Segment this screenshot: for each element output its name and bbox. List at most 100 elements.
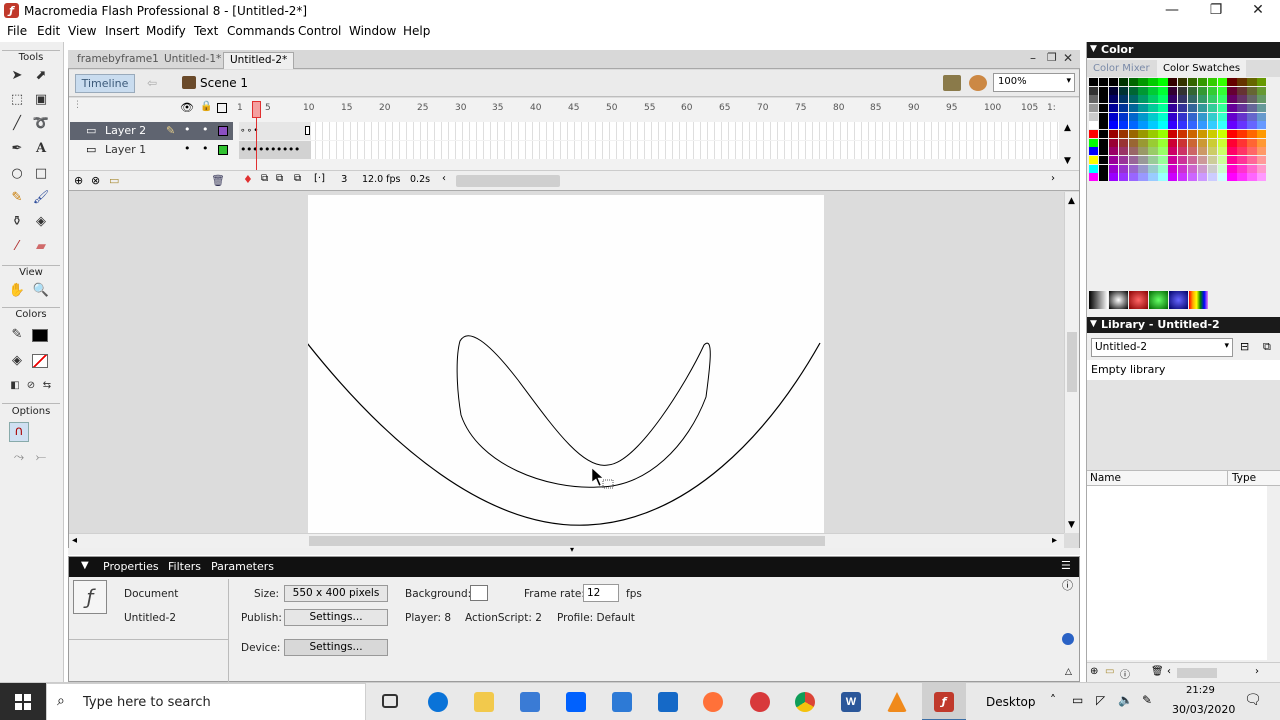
- color-swatch[interactable]: [1247, 164, 1257, 173]
- tab-filters[interactable]: Filters: [168, 560, 201, 573]
- color-swatch[interactable]: [1187, 173, 1198, 182]
- menu-text[interactable]: Text: [194, 24, 218, 38]
- color-swatch[interactable]: [1247, 104, 1257, 113]
- onion-outline-icon[interactable]: ⧉: [276, 173, 283, 184]
- color-swatch[interactable]: [1108, 121, 1119, 130]
- accessibility-icon[interactable]: [1062, 633, 1074, 645]
- collapse-triangle-icon[interactable]: ▼: [1090, 317, 1097, 332]
- color-swatch[interactable]: [1207, 95, 1218, 104]
- color-swatch[interactable]: [1168, 104, 1178, 113]
- color-swatch[interactable]: [1148, 147, 1158, 156]
- fill-color-swatch[interactable]: [32, 354, 48, 368]
- desktop-toolbar-label[interactable]: Desktop: [986, 695, 1036, 709]
- color-panel-header[interactable]: ▼ Color: [1087, 42, 1280, 58]
- clock-date[interactable]: 30/03/2020: [1172, 703, 1235, 716]
- color-swatch[interactable]: [1217, 156, 1227, 165]
- color-swatch[interactable]: [1217, 173, 1227, 182]
- store-icon[interactable]: [520, 692, 540, 712]
- color-swatch[interactable]: [1089, 138, 1099, 147]
- doc-restore-button[interactable]: ❐: [1047, 51, 1057, 64]
- color-swatch[interactable]: [1237, 104, 1247, 113]
- stroke-color-swatch[interactable]: [32, 329, 48, 342]
- color-swatch[interactable]: [1227, 138, 1237, 147]
- color-swatch[interactable]: [1207, 86, 1218, 95]
- tab-parameters[interactable]: Parameters: [211, 560, 274, 573]
- color-swatch[interactable]: [1187, 138, 1198, 147]
- color-swatch[interactable]: [1158, 138, 1168, 147]
- color-swatch[interactable]: [1108, 86, 1119, 95]
- onion-skin-icon[interactable]: ⧉: [261, 173, 268, 184]
- color-swatch[interactable]: [1197, 121, 1208, 130]
- color-swatch[interactable]: [1237, 164, 1247, 173]
- color-swatch[interactable]: [1128, 95, 1138, 104]
- pencil-icon[interactable]: ✎: [7, 188, 27, 208]
- stage[interactable]: [306, 195, 824, 533]
- scroll-right-icon[interactable]: ▸: [1052, 535, 1057, 546]
- color-swatch[interactable]: [1098, 138, 1109, 147]
- color-swatch[interactable]: [1118, 95, 1129, 104]
- color-swatch[interactable]: [1247, 121, 1257, 130]
- dropbox-icon[interactable]: [566, 692, 586, 712]
- rectangle-icon[interactable]: □: [31, 164, 51, 184]
- menu-control[interactable]: Control: [298, 24, 341, 38]
- color-swatch[interactable]: [1148, 95, 1158, 104]
- color-swatch[interactable]: [1197, 130, 1208, 139]
- color-swatch[interactable]: [1197, 95, 1208, 104]
- color-swatch[interactable]: [1118, 156, 1129, 165]
- color-swatch[interactable]: [1089, 164, 1099, 173]
- collapse-triangle-icon[interactable]: ▼: [1090, 42, 1097, 57]
- color-swatch[interactable]: [1197, 112, 1208, 121]
- lasso-icon[interactable]: ➰: [31, 114, 51, 134]
- color-swatch[interactable]: [1138, 112, 1148, 121]
- color-swatch[interactable]: [1217, 78, 1227, 87]
- expand-icon[interactable]: △: [1065, 667, 1072, 677]
- minimize-button[interactable]: —: [1150, 0, 1194, 22]
- eraser-icon[interactable]: ▰: [31, 237, 51, 257]
- vlc-icon[interactable]: [887, 692, 907, 712]
- tab-color-mixer[interactable]: Color Mixer: [1093, 63, 1150, 74]
- scroll-thumb[interactable]: [309, 536, 825, 546]
- color-swatch[interactable]: [1158, 95, 1168, 104]
- color-swatch[interactable]: [1118, 86, 1129, 95]
- color-swatch[interactable]: [1247, 156, 1257, 165]
- color-swatch[interactable]: [1138, 156, 1148, 165]
- menu-insert[interactable]: Insert: [105, 24, 139, 38]
- edit-scene-icon[interactable]: [943, 75, 961, 91]
- color-swatch[interactable]: [1108, 173, 1119, 182]
- delete-layer-icon[interactable]: 🗑: [211, 174, 225, 187]
- color-swatch[interactable]: [1247, 130, 1257, 139]
- color-swatch[interactable]: [1098, 173, 1109, 182]
- color-swatch[interactable]: [1118, 138, 1129, 147]
- gradient-swatch[interactable]: [1089, 291, 1108, 309]
- lock-dot[interactable]: •: [202, 142, 209, 155]
- scroll-down-icon[interactable]: ▼: [1068, 520, 1075, 530]
- color-swatch[interactable]: [1158, 130, 1168, 139]
- color-swatch[interactable]: [1227, 112, 1237, 121]
- menu-commands[interactable]: Commands: [227, 24, 295, 38]
- color-swatch[interactable]: [1178, 121, 1188, 130]
- layer-row-layer-2[interactable]: ▭ Layer 2 ✎ • •: [70, 122, 233, 140]
- color-swatch[interactable]: [1168, 78, 1178, 87]
- color-swatch[interactable]: [1168, 156, 1178, 165]
- color-swatch[interactable]: [1098, 112, 1109, 121]
- color-swatch[interactable]: [1168, 164, 1178, 173]
- background-color-swatch[interactable]: [470, 585, 488, 601]
- color-swatch[interactable]: [1257, 95, 1267, 104]
- color-swatch[interactable]: [1227, 86, 1237, 95]
- scroll-left-icon[interactable]: ‹: [442, 173, 446, 184]
- layer-name[interactable]: Layer 2: [105, 124, 146, 137]
- restore-button[interactable]: ❐: [1194, 0, 1238, 22]
- gradient-swatch[interactable]: [1129, 291, 1148, 309]
- color-swatch[interactable]: [1237, 86, 1247, 95]
- new-library-panel-icon[interactable]: ⧉: [1263, 340, 1271, 354]
- color-swatch[interactable]: [1168, 130, 1178, 139]
- color-swatch[interactable]: [1237, 121, 1247, 130]
- color-swatch[interactable]: [1237, 95, 1247, 104]
- color-swatch[interactable]: [1187, 130, 1198, 139]
- layer-name[interactable]: Layer 1: [105, 143, 146, 156]
- color-swatch[interactable]: [1187, 147, 1198, 156]
- color-swatch[interactable]: [1178, 112, 1188, 121]
- color-swatch[interactable]: [1108, 104, 1119, 113]
- color-swatch[interactable]: [1108, 78, 1119, 87]
- swap-colors-icon[interactable]: ⇆: [37, 376, 57, 396]
